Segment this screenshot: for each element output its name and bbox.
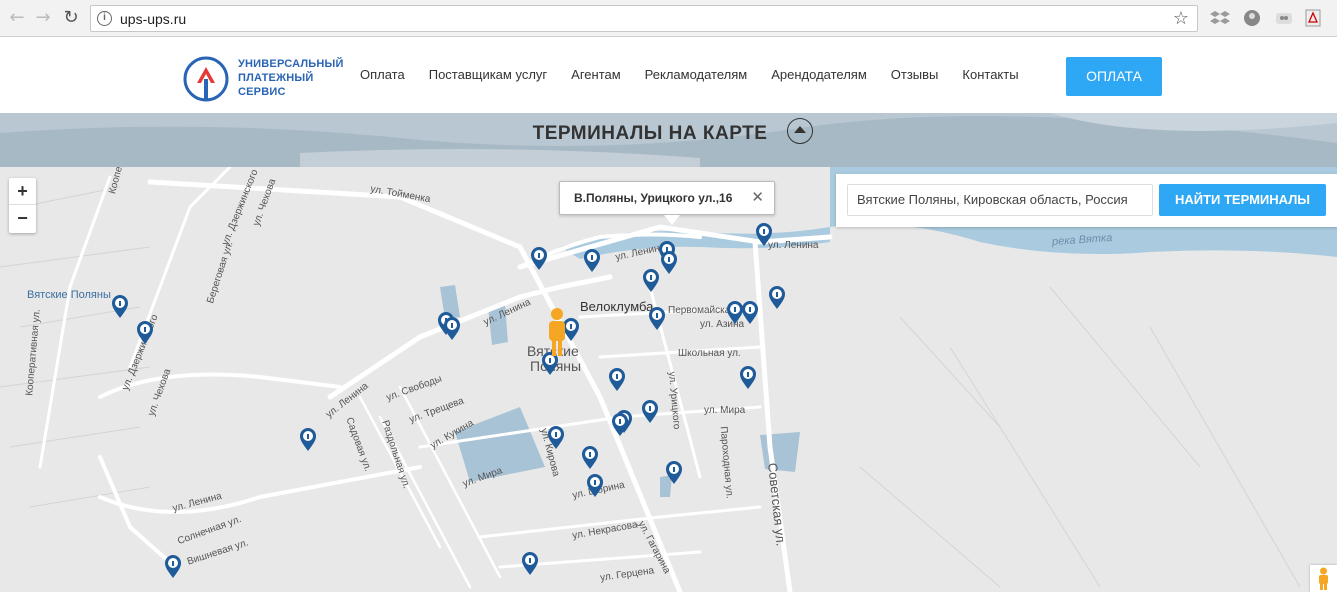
logo-line: УНИВЕРСАЛЬНЫЙ (238, 58, 344, 70)
section-header: ТЕРМИНАЛЫ НА КАРТЕ (0, 113, 1337, 167)
dropbox-icon[interactable] (1210, 8, 1230, 28)
terminal-pin-icon[interactable] (581, 446, 599, 470)
menu-item-reviews[interactable]: Отзывы (891, 67, 939, 82)
collapse-button[interactable] (787, 118, 813, 144)
logo-line: СЕРВИС (238, 86, 286, 98)
terminal-pin-icon[interactable] (136, 321, 154, 345)
zoom-out-button[interactable]: − (9, 205, 36, 232)
terminal-pin-icon[interactable] (641, 400, 659, 424)
street-view-control[interactable] (1310, 565, 1337, 592)
zoom-in-button[interactable]: + (9, 178, 36, 205)
url-text[interactable]: ups-ups.ru (120, 11, 186, 27)
menu-item-providers[interactable]: Поставщикам услуг (429, 67, 547, 82)
find-terminals-button[interactable]: НАЙТИ ТЕРМИНАЛЫ (1159, 184, 1326, 216)
pegman-icon (1319, 567, 1328, 590)
street-label: ул. Ленина (768, 240, 819, 251)
terminal-pin-icon[interactable] (608, 368, 626, 392)
main-menu: Оплата Поставщикам услуг Агентам Рекламо… (360, 67, 1043, 82)
street-view-pegman-icon[interactable] (546, 307, 568, 357)
menu-item-agents[interactable]: Агентам (571, 67, 621, 82)
popup-address: В.Поляны, Урицкого ул.,16 (574, 191, 733, 205)
terminal-pin-icon[interactable] (530, 247, 548, 271)
info-popup: В.Поляны, Урицкого ул.,16 ✕ (559, 181, 775, 225)
extension-icon[interactable] (1242, 8, 1262, 28)
info-icon[interactable]: i (97, 11, 112, 26)
terminal-map[interactable]: ул. Тойменка ул. Ленина ул. Ленина ул. Л… (0, 167, 1337, 592)
close-icon[interactable]: ✕ (751, 188, 764, 206)
reload-icon[interactable]: ↻ (60, 7, 82, 29)
browser-toolbar: ← → ↻ i ups-ups.ru ☆ (0, 0, 1337, 37)
forward-icon[interactable]: → (32, 7, 54, 29)
logo-icon[interactable] (182, 55, 230, 103)
extension-icon[interactable] (1274, 8, 1294, 28)
terminal-pin-icon[interactable] (547, 426, 565, 450)
pdf-icon[interactable] (1303, 8, 1323, 28)
menu-item-advertisers[interactable]: Рекламодателям (645, 67, 748, 82)
pay-button[interactable]: ОПЛАТА (1066, 57, 1162, 96)
terminal-pin-icon[interactable] (665, 461, 683, 485)
terminal-pin-icon[interactable] (768, 286, 786, 310)
menu-item-landlords[interactable]: Арендодателям (771, 67, 867, 82)
terminal-pin-icon[interactable] (164, 555, 182, 579)
address-bar[interactable]: i ups-ups.ru ☆ (90, 5, 1198, 32)
zoom-control: + − (9, 178, 36, 233)
terminal-pin-icon[interactable] (583, 249, 601, 273)
terminal-pin-icon[interactable] (521, 552, 539, 576)
terminal-pin-icon[interactable] (586, 474, 604, 498)
terminal-pin-icon[interactable] (642, 269, 660, 293)
terminal-pin-icon[interactable] (443, 317, 461, 341)
bookmark-star-icon[interactable]: ☆ (1173, 8, 1189, 29)
terminal-pin-icon[interactable] (755, 223, 773, 247)
terminal-pin-icon[interactable] (741, 301, 759, 325)
terminal-pin-icon[interactable] (611, 413, 629, 437)
street-label: ул. Мира (704, 405, 746, 416)
section-title: ТЕРМИНАЛЫ НА КАРТЕ (532, 123, 768, 144)
terminal-pin-icon[interactable] (648, 307, 666, 331)
menu-item-payment[interactable]: Оплата (360, 67, 405, 82)
menu-item-contacts[interactable]: Контакты (962, 67, 1018, 82)
popup-tail (664, 215, 680, 225)
street-label: Школьная ул. (678, 348, 741, 359)
logo-text[interactable]: УНИВЕРСАЛЬНЫЙ ПЛАТЕЖНЫЙ СЕРВИС (238, 57, 344, 99)
terminal-pin-icon[interactable] (739, 366, 757, 390)
terminal-pin-icon[interactable] (660, 251, 678, 275)
station-label: Вятские Поляны (27, 289, 111, 301)
terminal-search-panel: Вятские Поляны, Кировская область, Росси… (836, 174, 1337, 227)
location-search-input[interactable]: Вятские Поляны, Кировская область, Росси… (847, 184, 1153, 216)
terminal-pin-icon[interactable] (111, 295, 129, 319)
place-label: Велоклумба (580, 299, 654, 314)
site-header: УНИВЕРСАЛЬНЫЙ ПЛАТЕЖНЫЙ СЕРВИС Оплата По… (0, 37, 1337, 113)
logo-line: ПЛАТЕЖНЫЙ (238, 72, 314, 84)
back-icon[interactable]: ← (6, 7, 28, 29)
terminal-pin-icon[interactable] (299, 428, 317, 452)
